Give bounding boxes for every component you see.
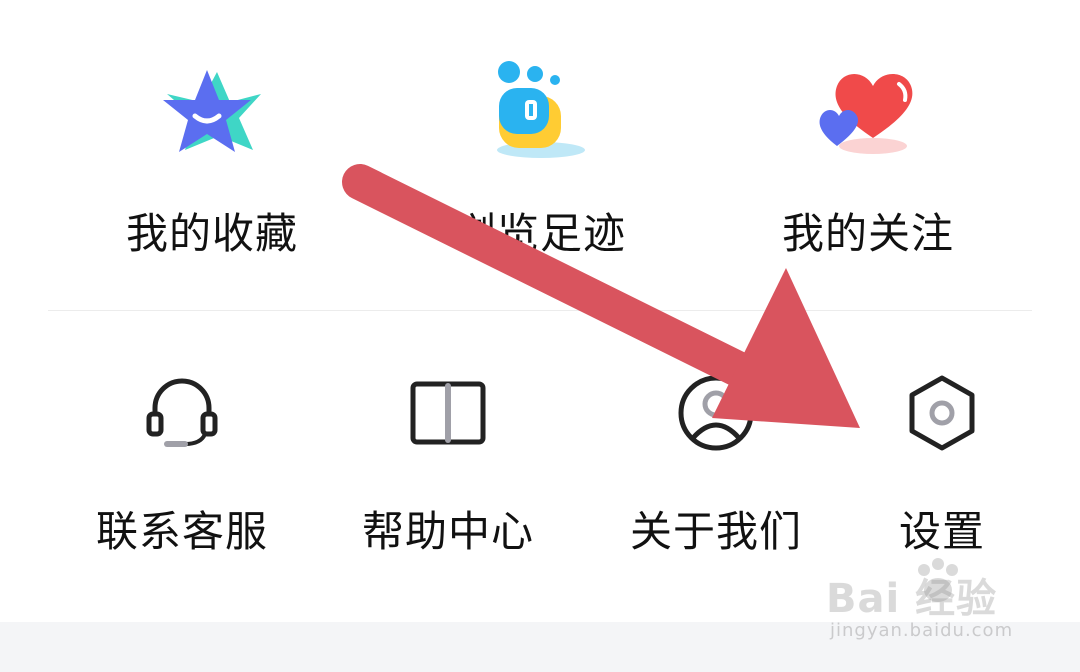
about-us-label: 关于我们 [629,507,802,556]
history-item[interactable]: 浏览足迹 [390,0,690,300]
history-label: 浏览足迹 [453,209,626,258]
headset-icon [146,378,218,447]
help-center-item[interactable]: 帮助中心 [328,340,568,580]
about-us-item[interactable]: 关于我们 [596,340,836,580]
following-item[interactable]: 我的关注 [718,0,1018,300]
book-icon [410,381,486,445]
favorites-label: 我的收藏 [125,209,298,258]
baidu-watermark: Bai 经验 jingyan.baidu.com [826,556,1036,656]
watermark-url: jingyan.baidu.com [830,620,1014,641]
hearts-icon [819,74,913,154]
settings-label: 设置 [898,507,985,556]
gear-icon [909,375,975,451]
user-circle-icon [678,375,754,451]
section-divider [48,310,1032,311]
customer-service-item[interactable]: 联系客服 [62,340,302,580]
paw-icon [918,558,958,602]
footprint-icon [497,61,585,158]
favorites-item[interactable]: 我的收藏 [62,0,362,300]
help-center-label: 帮助中心 [361,507,534,556]
following-label: 我的关注 [781,209,954,258]
customer-service-label: 联系客服 [95,507,268,556]
settings-item[interactable]: 设置 [822,340,1062,580]
star-icon [163,70,261,152]
